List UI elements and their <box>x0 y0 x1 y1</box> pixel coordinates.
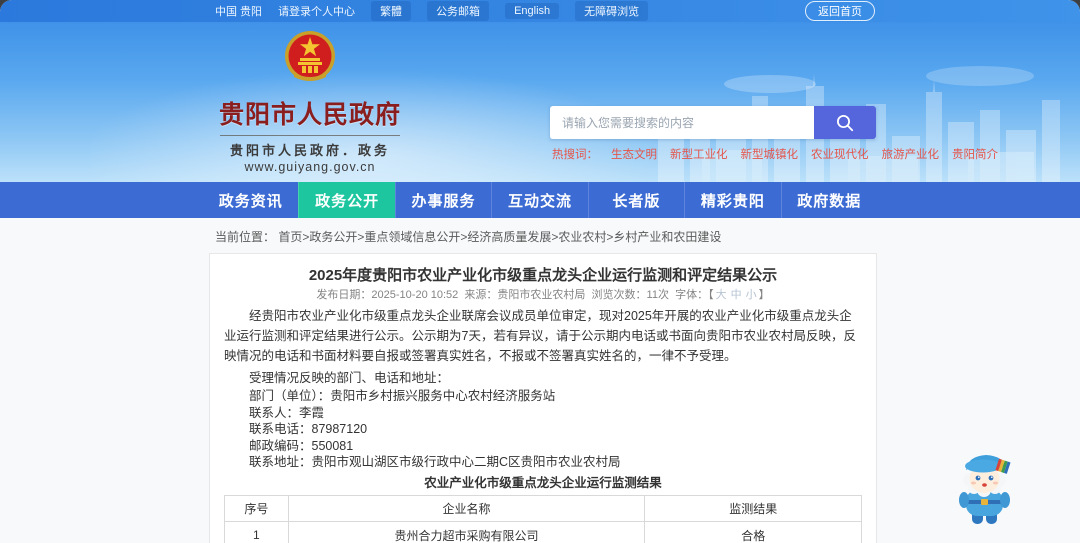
article-card: 2025年度贵阳市农业产业化市级重点龙头企业运行监测和评定结果公示 发布日期：2… <box>209 253 877 543</box>
nav-item-jingcai-guiyang[interactable]: 精彩贵阳 <box>684 182 780 218</box>
top-link-china-guiyang[interactable]: 中国 贵阳 <box>215 3 262 19</box>
font-size-small[interactable]: 小 <box>746 289 757 301</box>
top-utility-bar: 中国 贵阳 请登录个人中心 繁體 公务邮箱 English 无障碍浏览 返回首页 <box>0 0 1080 22</box>
source-label: 来源： <box>464 289 498 301</box>
site-title: 贵阳市人民政府 <box>218 101 401 129</box>
nav-item-zhangzheban[interactable]: 长者版 <box>587 182 684 218</box>
col-header-index: 序号 <box>224 494 289 522</box>
main-navbar: 政务资讯 政务公开 办事服务 互动交流 长者版 精彩贵阳 政府数据 <box>0 182 1080 218</box>
hot-search-item[interactable]: 贵阳简介 <box>952 146 998 162</box>
site-header: 贵阳市人民政府 贵阳市人民政府．政务 www.guiyang.gov.cn 热搜… <box>0 22 1080 182</box>
views-label: 浏览次数： <box>591 289 647 301</box>
browser-page: 中国 贵阳 请登录个人中心 繁體 公务邮箱 English 无障碍浏览 返回首页 <box>0 0 1080 543</box>
company-name: 贵州合力超市采购有限公司 <box>287 520 646 543</box>
article-paragraph: 经贵阳市农业产业化市级重点龙头企业联席会议成员单位审定，现对2025年开展的农业… <box>224 309 856 363</box>
top-links: 中国 贵阳 请登录个人中心 繁體 公务邮箱 English 无障碍浏览 <box>215 1 649 21</box>
contact-person-line: 联系人：李霞 <box>249 405 325 420</box>
hot-search-row: 热搜词： 生态文明 新型工业化 新型城镇化 农业现代化 旅游产业化 贵阳简介 <box>552 146 998 162</box>
monitoring-result-table: 序号 企业名称 监测结果 1 贵州合力超市采购有限公司 合格 2 贵州友禾种业有… <box>224 494 862 543</box>
nav-item-banshi-fuwu[interactable]: 办事服务 <box>394 182 491 218</box>
monitor-result: 合格 <box>644 520 862 543</box>
top-link-english[interactable]: English <box>505 3 560 19</box>
nav-item-zhengfu-shuju[interactable]: 政府数据 <box>780 182 877 218</box>
hot-search-item[interactable]: 生态文明 <box>611 146 657 162</box>
breadcrumb: 当前位置： 首页>政务公开>重点领域信息公开>经济高质量发展>农业农村>乡村产业… <box>0 218 1080 253</box>
back-to-home-button[interactable]: 返回首页 <box>805 1 875 21</box>
search-icon <box>837 114 854 131</box>
nav-item-zhengwu-gongkai[interactable]: 政务公开 <box>298 182 395 218</box>
top-link-accessibility[interactable]: 无障碍浏览 <box>575 1 649 21</box>
national-emblem-icon <box>285 31 335 81</box>
article-paragraph: 受理情况反映的部门、电话和地址： <box>249 371 450 385</box>
nav-item-hudong-jiaoliu[interactable]: 互动交流 <box>491 182 587 218</box>
contact-address-line: 联系地址：贵阳市观山湖区市级行政中心二期C区贵阳市农业农村局 <box>249 455 621 469</box>
table-header-row: 序号 企业名称 监测结果 <box>224 494 862 522</box>
hot-search-item[interactable]: 农业现代化 <box>811 146 869 162</box>
site-subtitle: 贵阳市人民政府．政务 <box>220 135 400 159</box>
contact-phone-line: 联系电话：87987120 <box>249 422 368 436</box>
font-size-label: 字体： <box>675 289 709 301</box>
top-link-official-mailbox[interactable]: 公务邮箱 <box>427 1 490 21</box>
top-link-login-personal-center[interactable]: 请登录个人中心 <box>278 3 355 19</box>
table-row: 1 贵州合力超市采购有限公司 合格 <box>224 520 862 543</box>
hot-search-item[interactable]: 旅游产业化 <box>882 146 940 162</box>
hot-search-label: 热搜词： <box>552 149 598 161</box>
mascot-character[interactable] <box>950 448 1018 528</box>
breadcrumb-label: 当前位置： <box>215 230 276 244</box>
top-link-traditional-chinese[interactable]: 繁體 <box>371 1 412 21</box>
postal-code-line: 邮政编码：550081 <box>249 438 354 453</box>
site-url: www.guiyang.gov.cn <box>244 160 376 174</box>
contact-department-line: 部门（单位）：贵阳市乡村振兴服务中心农村经济服务站 <box>249 389 556 403</box>
search-input[interactable] <box>550 106 814 139</box>
col-header-result: 监测结果 <box>644 494 862 522</box>
source-value: 贵阳市农业农村局 <box>497 289 586 301</box>
hot-search-item[interactable]: 新型工业化 <box>670 146 728 162</box>
views-value: 11次 <box>646 289 669 301</box>
row-index: 1 <box>224 520 289 543</box>
search-button[interactable] <box>814 106 876 139</box>
hot-search-item[interactable]: 新型城镇化 <box>741 146 799 162</box>
article-title: 2025年度贵阳市农业产业化市级重点龙头企业运行监测和评定结果公示 <box>308 267 778 284</box>
nav-item-zhengwu-zixun[interactable]: 政务资讯 <box>203 182 298 218</box>
font-size-medium[interactable]: 中 <box>731 289 742 301</box>
result-table-caption: 农业产业化市级重点龙头企业运行监测结果 <box>424 475 662 490</box>
font-size-large[interactable]: 大 <box>716 289 727 301</box>
publish-date-label: 发布日期： <box>316 289 372 301</box>
font-bracket-close: 】 <box>758 289 770 301</box>
publish-date: 2025-10-20 10:52 <box>371 289 459 301</box>
search-box <box>550 106 876 139</box>
breadcrumb-path[interactable]: 首页>政务公开>重点领域信息公开>经济高质量发展>农业农村>乡村产业和农田建设 <box>278 230 721 244</box>
nav-items: 政务资讯 政务公开 办事服务 互动交流 长者版 精彩贵阳 政府数据 <box>203 182 877 218</box>
col-header-company: 企业名称 <box>287 494 646 522</box>
site-logo[interactable]: 贵阳市人民政府 贵阳市人民政府．政务 www.guiyang.gov.cn <box>212 28 408 174</box>
article-meta: 发布日期：2025-10-20 10:52 来源：贵阳市农业农村局 浏览次数：1… <box>224 288 862 302</box>
font-bracket-open: 【 <box>708 289 714 301</box>
